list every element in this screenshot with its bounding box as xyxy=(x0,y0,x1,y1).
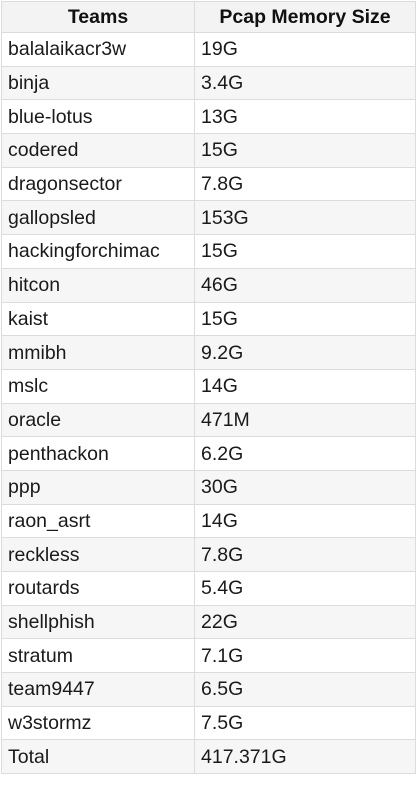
pcap-size-cell: 15G xyxy=(194,234,416,269)
table-row: hackingforchimac 15G xyxy=(1,234,416,269)
team-name-cell: mmibh xyxy=(1,335,195,370)
team-name-cell: dragonsector xyxy=(1,166,195,202)
pcap-size-cell: 3.4G xyxy=(194,65,416,101)
team-name-cell: kaist xyxy=(1,301,195,337)
table-row: blue-lotus 13G xyxy=(1,99,416,135)
table-row: routards 5.4G xyxy=(1,571,416,606)
pcap-size-cell: 14G xyxy=(194,368,416,404)
pcap-size-cell: 7.5G xyxy=(194,705,416,741)
total-label-cell: Total xyxy=(1,739,195,775)
team-name-cell: hitcon xyxy=(1,267,195,303)
table-row: dragonsector 7.8G xyxy=(1,166,416,202)
team-name-cell: oracle xyxy=(1,402,195,438)
table-row: oracle 471M xyxy=(1,402,416,438)
column-header-teams: Teams xyxy=(1,1,195,33)
pcap-size-cell: 5.4G xyxy=(194,571,416,606)
pcap-size-cell: 153G xyxy=(194,200,416,236)
team-name-cell: blue-lotus xyxy=(1,99,195,135)
team-name-cell: team9447 xyxy=(1,672,195,707)
pcap-size-cell: 15G xyxy=(194,133,416,168)
team-name-cell: w3stormz xyxy=(1,705,195,741)
team-name-cell: penthackon xyxy=(1,436,195,471)
team-name-cell: hackingforchimac xyxy=(1,234,195,269)
team-name-cell: stratum xyxy=(1,638,195,674)
table-row: penthackon 6.2G xyxy=(1,436,416,471)
pcap-size-cell: 30G xyxy=(194,469,416,505)
team-name-cell: reckless xyxy=(1,537,195,572)
team-name-cell: shellphish xyxy=(1,604,195,640)
table-row: kaist 15G xyxy=(1,301,416,337)
pcap-size-cell: 7.8G xyxy=(194,166,416,202)
column-header-pcap-memory-size: Pcap Memory Size xyxy=(194,1,416,33)
team-name-cell: gallopsled xyxy=(1,200,195,236)
pcap-size-cell: 6.5G xyxy=(194,672,416,707)
table-row: w3stormz 7.5G xyxy=(1,705,416,741)
total-row: Total 417.371G xyxy=(1,739,416,775)
team-name-cell: mslc xyxy=(1,368,195,404)
pcap-size-table: Teams Pcap Memory Size balalaikacr3w 19G… xyxy=(1,1,416,775)
table-row: shellphish 22G xyxy=(1,604,416,640)
table-row: raon_asrt 14G xyxy=(1,503,416,539)
pcap-size-cell: 7.8G xyxy=(194,537,416,572)
team-name-cell: raon_asrt xyxy=(1,503,195,539)
table-row: binja 3.4G xyxy=(1,65,416,101)
table-row: mslc 14G xyxy=(1,368,416,404)
table-row: reckless 7.8G xyxy=(1,537,416,572)
table-row: team9447 6.5G xyxy=(1,672,416,707)
team-name-cell: binja xyxy=(1,65,195,101)
pcap-size-cell: 19G xyxy=(194,32,416,67)
team-name-cell: balalaikacr3w xyxy=(1,32,195,67)
table-row: gallopsled 153G xyxy=(1,200,416,236)
table-row: codered 15G xyxy=(1,133,416,168)
table-row: ppp 30G xyxy=(1,469,416,505)
pcap-size-cell: 7.1G xyxy=(194,638,416,674)
pcap-size-cell: 471M xyxy=(194,402,416,438)
pcap-size-cell: 15G xyxy=(194,301,416,337)
pcap-size-cell: 13G xyxy=(194,99,416,135)
team-name-cell: codered xyxy=(1,133,195,168)
team-name-cell: ppp xyxy=(1,469,195,505)
table-row: stratum 7.1G xyxy=(1,638,416,674)
total-size-cell: 417.371G xyxy=(194,739,416,775)
pcap-size-cell: 9.2G xyxy=(194,335,416,370)
table-row: mmibh 9.2G xyxy=(1,335,416,370)
pcap-size-cell: 6.2G xyxy=(194,436,416,471)
team-name-cell: routards xyxy=(1,571,195,606)
header-row: Teams Pcap Memory Size xyxy=(1,1,416,33)
pcap-size-cell: 22G xyxy=(194,604,416,640)
table-row: hitcon 46G xyxy=(1,267,416,303)
pcap-size-cell: 14G xyxy=(194,503,416,539)
pcap-size-cell: 46G xyxy=(194,267,416,303)
table-row: balalaikacr3w 19G xyxy=(1,32,416,67)
